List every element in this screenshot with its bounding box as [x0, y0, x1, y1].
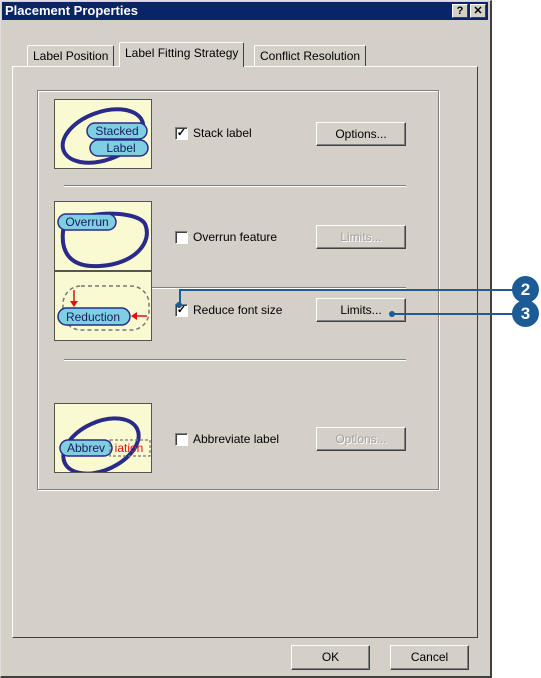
tab-label-position[interactable]: Label Position: [27, 45, 115, 67]
overrun-limits-button[interactable]: Limits...: [316, 225, 406, 249]
overrun-feature-checkbox[interactable]: [175, 231, 188, 244]
separator: [64, 359, 406, 361]
thumb-text-label: Label: [106, 141, 135, 155]
abbreviate-label-text: Abbreviate label: [193, 432, 280, 446]
thumb-text-overrun: Overrun: [65, 215, 108, 229]
stack-label-options-button[interactable]: Options...: [316, 122, 406, 146]
window-title: Placement Properties: [5, 3, 138, 18]
cancel-button[interactable]: Cancel: [390, 645, 469, 670]
help-button[interactable]: ?: [452, 4, 468, 18]
reduce-font-thumbnail: Reduction: [54, 271, 152, 341]
stack-label-checkbox[interactable]: ✓: [175, 127, 188, 140]
callout-3-dot: [389, 311, 395, 317]
stack-label-text: Stack label: [193, 126, 252, 140]
abbreviate-label-checkbox[interactable]: [175, 433, 188, 446]
thumb-text-reduction: Reduction: [66, 310, 120, 324]
callout-3-line: [392, 313, 515, 315]
callout-2-dot: [176, 302, 182, 308]
overrun-feature-text: Overrun feature: [193, 230, 278, 244]
reduce-font-size-text: Reduce font size: [193, 303, 283, 317]
overrun-feature-thumbnail: Overrun: [54, 201, 152, 271]
thumb-text-abbrev: Abbrev: [67, 441, 105, 455]
reduce-font-limits-button[interactable]: Limits...: [316, 298, 406, 322]
thumb-text-stacked: Stacked: [95, 124, 138, 138]
stack-label-thumbnail: Stacked Label: [54, 99, 152, 169]
ok-button[interactable]: OK: [291, 645, 370, 670]
tab-conflict-resolution[interactable]: Conflict Resolution: [254, 45, 367, 67]
tab-label-fitting-strategy[interactable]: Label Fitting Strategy: [119, 42, 245, 67]
callout-2-line: [179, 289, 515, 291]
callout-3: 3: [512, 300, 539, 327]
abbreviate-options-button[interactable]: Options...: [316, 427, 406, 451]
callout-2: 2: [512, 276, 539, 303]
abbreviate-label-thumbnail: Abbrev iation: [54, 403, 152, 473]
thumb-text-iation: iation: [115, 441, 144, 455]
separator: [64, 185, 406, 187]
close-button[interactable]: ✕: [470, 4, 486, 18]
title-bar: Placement Properties: [2, 2, 488, 20]
